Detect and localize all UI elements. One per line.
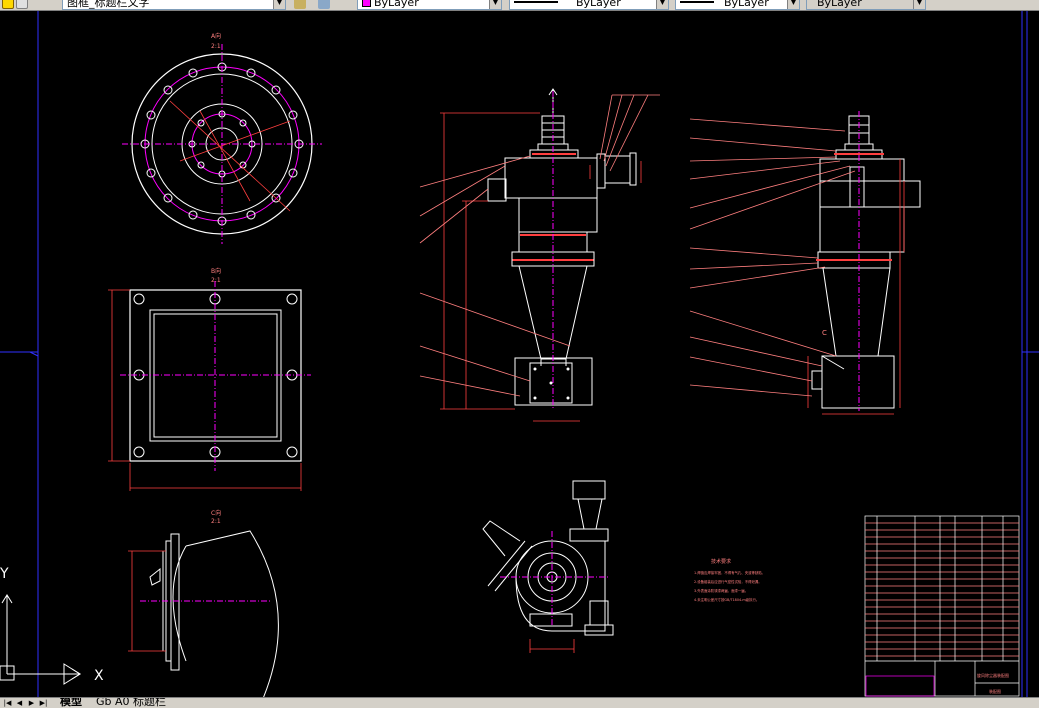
first-tab-button[interactable]: |◀ — [2, 698, 13, 708]
view-a-flange: A向 2:1 — [122, 32, 322, 244]
ucs-y-label: Y — [0, 566, 9, 582]
chevron-down-icon[interactable]: ▼ — [787, 0, 799, 9]
front-elevation — [419, 88, 660, 422]
view-a-label: A向 — [211, 32, 221, 40]
drawing-name: 旋风除尘器装配图 — [977, 672, 1009, 678]
notes-title: 技术要求 — [711, 558, 731, 565]
view-b-scale: 2:1 — [211, 277, 221, 284]
text-style-icon[interactable] — [2, 0, 14, 9]
chevron-down-icon[interactable]: ▼ — [273, 0, 285, 9]
note-line: 3.外表面涂防锈漆两遍，面漆一遍。 — [694, 588, 748, 593]
ucs-x-label: X — [94, 668, 104, 684]
color-combo[interactable]: ByLayer ▼ — [357, 0, 502, 10]
fan-view — [482, 480, 614, 653]
note-line: 4.未注明公差尺寸按GB/T1804-m级执行。 — [694, 597, 759, 602]
view-c-label: C向 — [211, 509, 221, 517]
tab-model[interactable]: 模型 — [60, 698, 82, 708]
chevron-down-icon[interactable]: ▼ — [489, 0, 501, 9]
cad-drawing: A向 2:1 B向 2:1 C向 2:1 C 技术要求 1.焊缝应焊接牢固，不得… — [0, 11, 1039, 697]
linetype-value: ByLayer — [576, 0, 621, 9]
linetype-combo[interactable]: ByLayer ▼ — [509, 0, 669, 10]
parts-list — [864, 515, 1020, 697]
side-elevation: C — [689, 111, 921, 415]
color-swatch — [362, 0, 371, 7]
text-style-value: 图框_标题栏文字 — [67, 0, 150, 9]
lineweight-combo[interactable]: ByLayer ▼ — [675, 0, 800, 10]
note-line: 1.焊缝应焊接牢固，不得有气孔、夹渣等缺陷。 — [694, 570, 765, 575]
linetype-swatch — [514, 1, 558, 3]
layout-tabs-bar: |◀ ◀ ▶ ▶| 模型 Gb A0 标题栏 — [0, 697, 1039, 708]
chevron-down-icon[interactable]: ▼ — [656, 0, 668, 9]
plotstyle-combo[interactable]: ByLayer ▼ — [806, 0, 926, 10]
view-a-scale: 2:1 — [211, 43, 221, 50]
note-line: 2.设备组装后应进行气密性试验，不得泄漏。 — [694, 579, 762, 584]
sheet-label: 装配图 — [989, 688, 1001, 694]
text-style-combo[interactable]: 图框_标题栏文字 ▼ — [62, 0, 286, 10]
lineweight-swatch — [680, 1, 714, 3]
layer-previous-icon[interactable] — [318, 0, 330, 9]
tab-layout[interactable]: Gb A0 标题栏 — [96, 698, 166, 708]
section-c-mark: C — [822, 329, 827, 337]
technical-notes: 技术要求 1.焊缝应焊接牢固，不得有气孔、夹渣等缺陷。 2.设备组装后应进行气密… — [694, 558, 765, 602]
prev-tab-button[interactable]: ◀ — [14, 698, 25, 708]
properties-toolbar: 图框_标题栏文字 ▼ ByLayer ▼ ByLayer ▼ ByLayer ▼… — [0, 0, 1039, 11]
plotstyle-value: ByLayer — [817, 0, 862, 9]
chevron-down-icon[interactable]: ▼ — [913, 0, 925, 9]
drawing-frame — [0, 11, 1039, 697]
model-space-canvas[interactable]: A向 2:1 B向 2:1 C向 2:1 C 技术要求 1.焊缝应焊接牢固，不得… — [0, 11, 1039, 697]
view-c-scale: 2:1 — [211, 518, 221, 525]
view-b-square-flange: B向 2:1 — [108, 267, 311, 491]
view-c-section: C向 2:1 — [128, 509, 279, 697]
layer-icon[interactable] — [16, 0, 28, 9]
view-b-label: B向 — [211, 267, 221, 275]
layer-manager-icon[interactable] — [294, 0, 306, 9]
lineweight-value: ByLayer — [724, 0, 769, 9]
ucs-icon: Y X — [0, 566, 104, 685]
last-tab-button[interactable]: ▶| — [38, 698, 49, 708]
next-tab-button[interactable]: ▶ — [26, 698, 37, 708]
color-value: ByLayer — [374, 0, 419, 9]
